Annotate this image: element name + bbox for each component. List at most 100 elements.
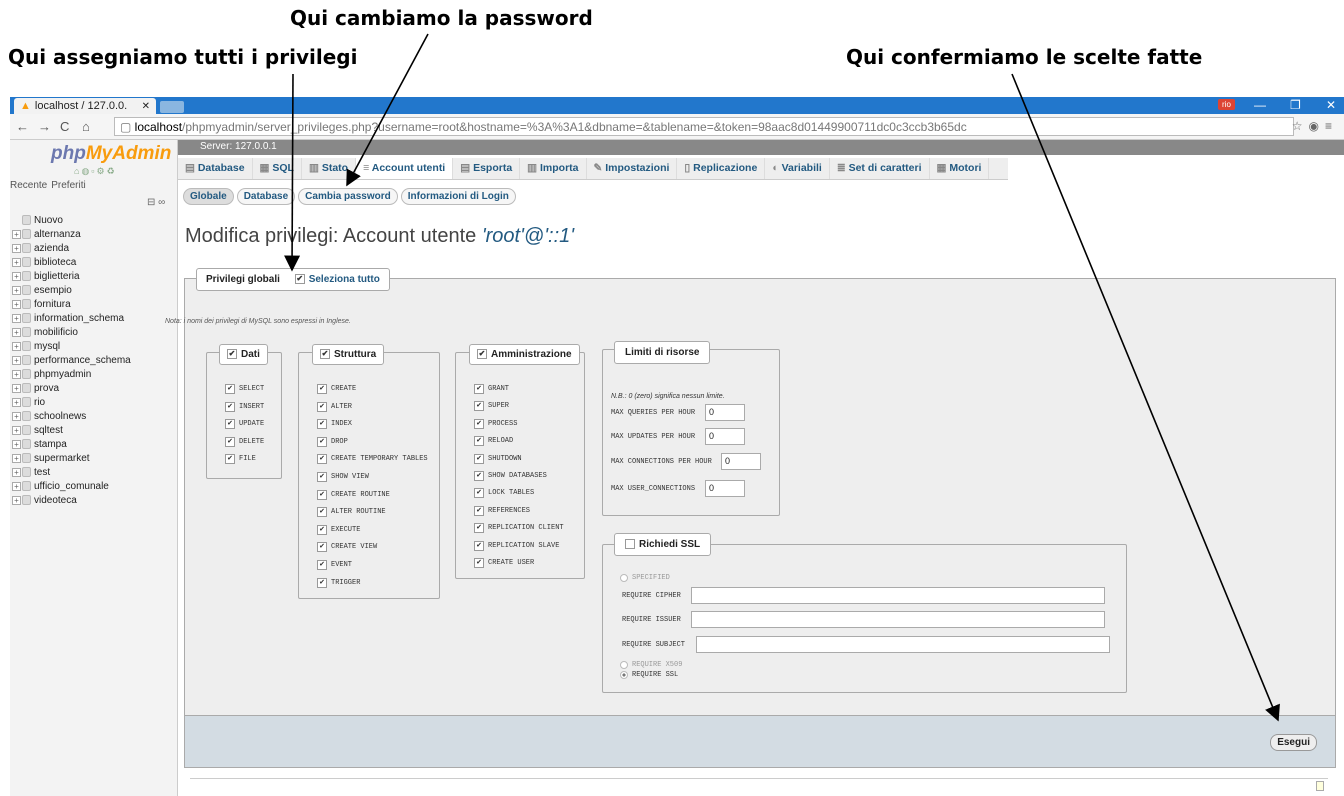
database-item[interactable]: + schoolnews [12,409,131,423]
privilege-checkbox[interactable] [225,384,235,394]
menu-tab[interactable]: ▤ Esporta [453,158,521,179]
database-item[interactable]: + azienda [12,241,131,255]
database-item[interactable]: + phpmyadmin [12,367,131,381]
privilege-item[interactable]: INSERT [225,401,264,412]
expand-icon[interactable]: + [12,369,21,379]
data-group-checkbox[interactable] [227,349,237,360]
select-all-checkbox[interactable] [294,274,305,285]
menu-tab[interactable]: ▥ Stato [302,158,357,179]
menu-tab[interactable]: ≣ Set di caratteri [830,158,930,179]
privilege-item[interactable]: REPLICATION SLAVE [474,540,559,551]
expand-icon[interactable]: + [12,467,21,477]
privilege-checkbox[interactable] [317,401,327,412]
privilege-checkbox[interactable] [474,558,484,568]
sub-tab[interactable]: Informazioni di Login [400,188,516,205]
database-item[interactable]: + biglietteria [12,269,131,283]
privilege-checkbox[interactable] [317,384,327,394]
menu-tab[interactable]: ▦ SQL [253,158,302,179]
expand-icon[interactable]: + [12,439,21,449]
database-item[interactable]: + biblioteca [12,255,131,269]
privilege-item[interactable]: SHOW DATABASES [474,471,547,481]
privilege-item[interactable]: ALTER ROUTINE [317,507,386,518]
console-icon[interactable] [1316,781,1324,791]
extension-icon[interactable]: ◉ [1309,119,1325,133]
server-breadcrumb[interactable]: Server: 127.0.0.1 [178,140,1344,155]
privilege-item[interactable]: TRIGGER [317,577,360,588]
ssl-specified-option[interactable]: SPECIFIED [620,574,670,582]
ssl-legend[interactable]: Richiedi SSL [614,533,712,556]
privilege-item[interactable]: REPLICATION CLIENT [474,523,564,534]
expand-icon[interactable]: + [12,257,21,267]
privilege-checkbox[interactable] [225,436,235,447]
database-item[interactable]: + videoteca [12,493,131,507]
expand-icon[interactable]: + [12,383,21,393]
privilege-item[interactable]: SHOW VIEW [317,472,369,482]
privilege-checkbox[interactable] [317,542,327,553]
structure-group-checkbox[interactable] [320,349,330,360]
minimize-icon[interactable]: — [1254,98,1266,112]
privilege-item[interactable]: CREATE USER [474,558,534,568]
reload-nav-icon[interactable]: ♻ [107,166,117,176]
collapse-all-icon[interactable]: ⊟ [147,197,155,208]
database-item[interactable]: + rio [12,395,131,409]
database-item[interactable]: + fornitura [12,297,131,311]
logout-icon[interactable]: ◍ [81,166,91,176]
home-icon[interactable]: ⌂ [82,119,90,134]
database-item[interactable]: + test [12,465,131,479]
privilege-checkbox[interactable] [474,540,484,551]
expand-icon[interactable]: + [12,229,21,239]
privilege-checkbox[interactable] [317,524,327,535]
privilege-item[interactable]: REFERENCES [474,505,530,516]
privilege-checkbox[interactable] [225,454,235,465]
ssl-x509-option[interactable]: REQUIRE X509 [620,661,682,669]
database-item[interactable]: + supermarket [12,451,131,465]
privilege-checkbox[interactable] [474,401,484,412]
expand-icon[interactable]: + [12,299,21,309]
expand-icon[interactable]: + [12,411,21,421]
structure-legend[interactable]: Struttura [312,344,385,365]
limit-input[interactable]: 0 [705,428,745,445]
privilege-item[interactable]: ALTER [317,401,352,412]
favorites-tab[interactable]: Preferiti [51,180,85,191]
privilege-item[interactable]: UPDATE [225,419,264,430]
privilege-checkbox[interactable] [317,419,327,430]
privilege-checkbox[interactable] [317,560,327,570]
database-item[interactable]: + alternanza [12,227,131,241]
expand-icon[interactable]: + [12,481,21,491]
privilege-checkbox[interactable] [225,401,235,412]
database-item[interactable]: + mysql [12,339,131,353]
reload-icon[interactable]: C [60,119,69,134]
privilege-checkbox[interactable] [474,523,484,534]
menu-tab[interactable]: ▯ Replicazione [677,158,766,179]
new-tab-button[interactable] [160,101,184,113]
database-item[interactable]: + mobilificio [12,325,131,339]
menu-tab[interactable]: ✎ Impostazioni [587,158,678,179]
sub-tab[interactable]: Cambia password [298,188,398,205]
admin-group-checkbox[interactable] [477,349,487,360]
require-ssl-radio[interactable] [620,671,628,679]
menu-tab[interactable]: ◐ Variabili [765,158,830,179]
bookmark-star-icon[interactable]: ☆ [1292,119,1309,133]
go-button[interactable]: Esegui [1270,734,1317,751]
expand-icon[interactable]: + [12,313,21,323]
privilege-item[interactable]: FILE [225,454,256,465]
expand-icon[interactable]: + [12,341,21,351]
x509-radio[interactable] [620,661,628,669]
sub-tab[interactable]: Globale [183,188,234,205]
database-item[interactable]: + performance_schema [12,353,131,367]
forward-icon[interactable]: → [38,119,51,134]
database-item[interactable]: + prova [12,381,131,395]
settings-icon[interactable]: ⚙ [97,166,107,176]
back-icon[interactable]: ← [16,119,29,134]
browser-tab[interactable]: ▲ localhost / 127.0.0. ✕ [14,98,156,114]
privilege-item[interactable]: RELOAD [474,436,513,447]
menu-tab[interactable]: ▤ Database [178,158,253,179]
close-tab-icon[interactable]: ✕ [142,101,150,112]
expand-icon[interactable]: + [12,495,21,505]
recent-tab[interactable]: Recente [10,180,47,191]
close-window-icon[interactable]: ✕ [1326,98,1336,112]
expand-icon[interactable]: + [12,397,21,407]
privilege-item[interactable]: CREATE TEMPORARY TABLES [317,454,428,465]
privilege-item[interactable]: INDEX [317,419,352,430]
privilege-item[interactable]: CREATE ROUTINE [317,489,390,500]
